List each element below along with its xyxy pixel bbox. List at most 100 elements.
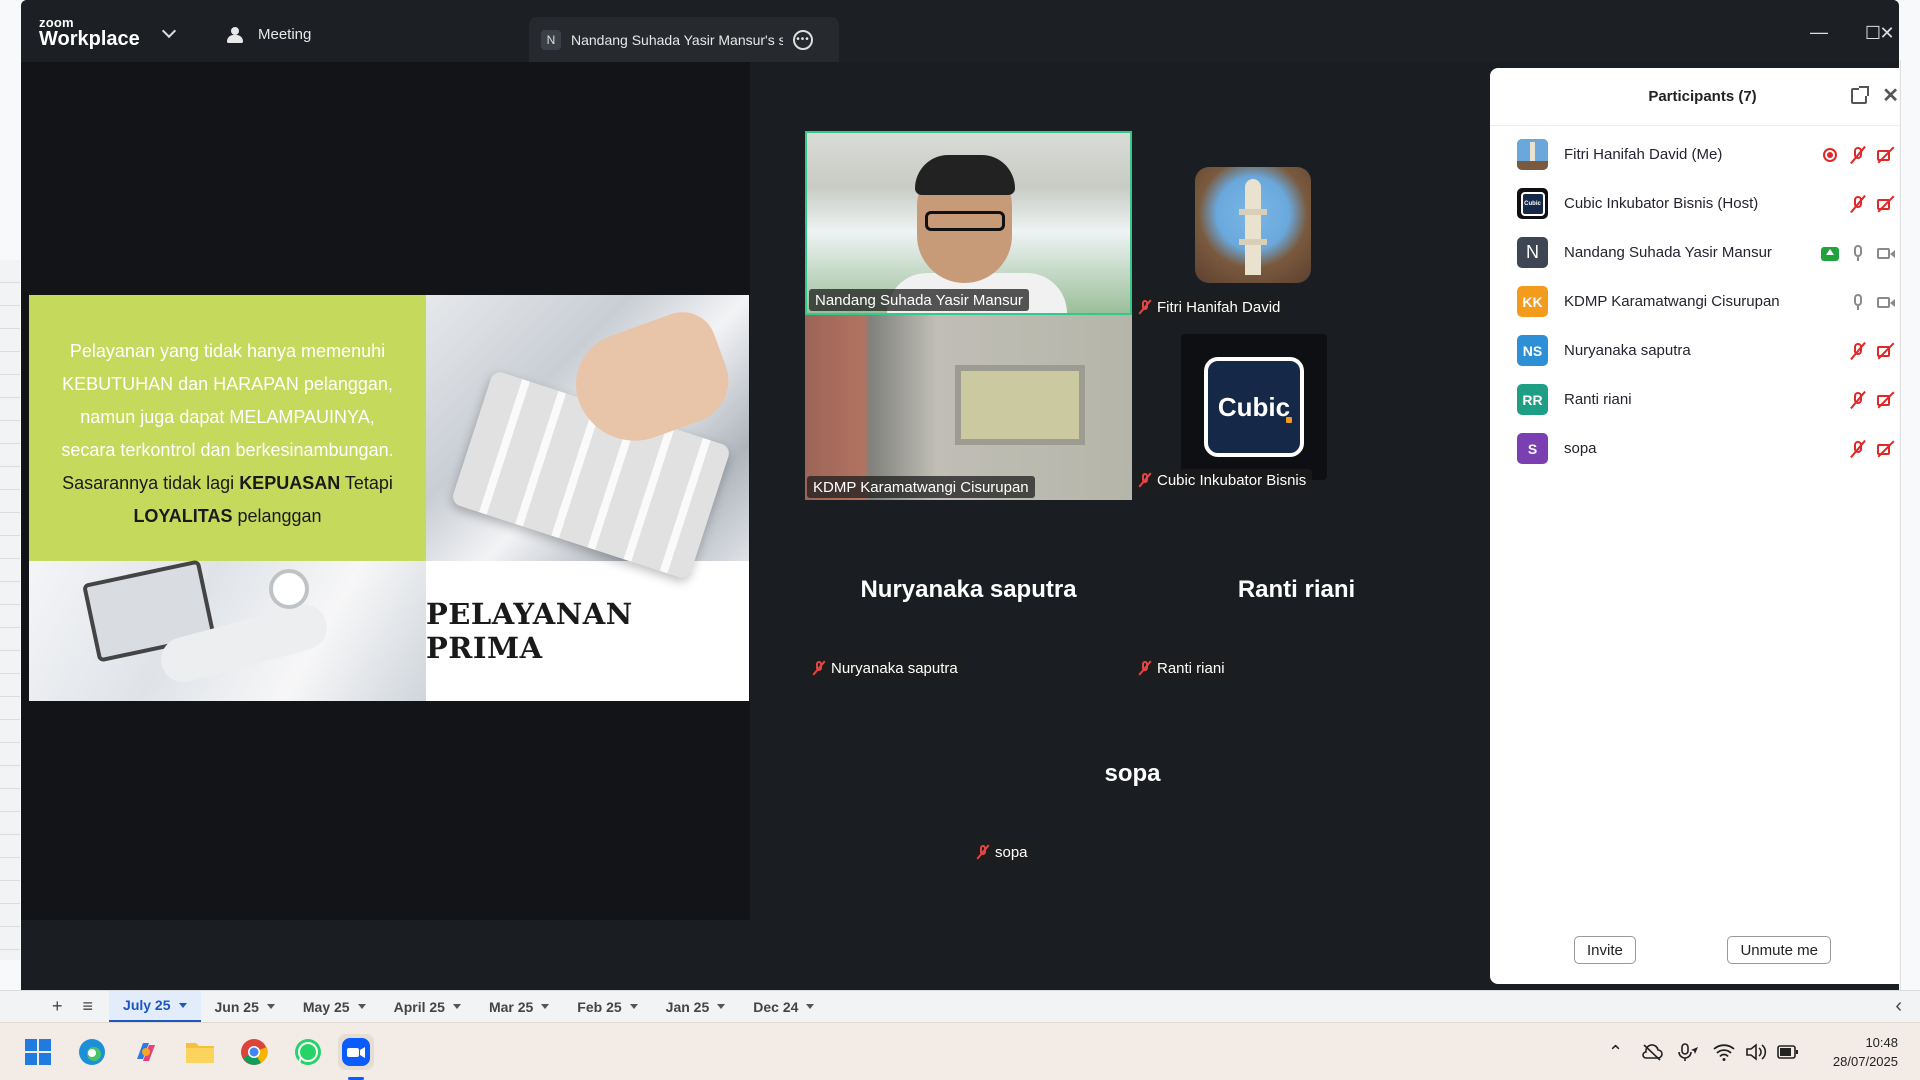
- sheet-scrollbar[interactable]: [1900, 60, 1920, 990]
- chevron-down-icon[interactable]: [161, 23, 177, 39]
- participant-row[interactable]: N Nandang Suhada Yasir Mansur: [1490, 228, 1899, 277]
- participant-row[interactable]: KK KDMP Karamatwangi Cisurupan: [1490, 277, 1899, 326]
- cloud-off-icon[interactable]: [1641, 1043, 1663, 1061]
- name-tile-ranti[interactable]: Ranti riani: [1133, 576, 1460, 604]
- meeting-desk-photo: [29, 559, 426, 701]
- close-window-button[interactable]: ✕: [1872, 18, 1899, 48]
- zoom-window: zoom Workplace Meeting N Nandang Suhada …: [21, 0, 1899, 990]
- all-sheets-button[interactable]: ≡: [75, 996, 110, 1017]
- nametag-nuryanaka: Nuryanaka saputra: [807, 657, 964, 679]
- muted-mic-icon: [1139, 661, 1151, 675]
- participant-name: Ranti riani: [1564, 391, 1632, 408]
- nametag-label: Cubic Inkubator Bisnis: [1157, 471, 1307, 489]
- copilot-icon[interactable]: [128, 1034, 164, 1070]
- zoom-app-icon[interactable]: [338, 1034, 374, 1070]
- muted-mic-icon: [1139, 300, 1151, 314]
- avatar-cubic[interactable]: Cubic: [1181, 334, 1327, 480]
- slide-line: namun juga dapat MELAMPAUINYA,: [80, 407, 375, 427]
- sheet-tab[interactable]: April 25: [380, 991, 475, 1023]
- windows-taskbar: ⌃ 10:48 28/07/2025: [0, 1022, 1920, 1080]
- whatsapp-icon[interactable]: [290, 1034, 326, 1070]
- sheet-tab[interactable]: Jan 25: [652, 991, 740, 1023]
- nametag-cubic: Cubic Inkubator Bisnis: [1133, 469, 1313, 491]
- camera-off-icon[interactable]: [1877, 195, 1895, 213]
- camera-off-icon[interactable]: [1877, 342, 1895, 360]
- unmute-me-button[interactable]: Unmute me: [1727, 936, 1831, 964]
- person-glasses: [925, 211, 1005, 231]
- participant-row[interactable]: Fitri Hanifah David (Me): [1490, 130, 1899, 179]
- tab-meeting[interactable]: Meeting: [226, 26, 311, 43]
- participant-row[interactable]: NS Nuryanaka saputra: [1490, 326, 1899, 375]
- video-tile-nandang[interactable]: Nandang Suhada Yasir Mansur: [805, 131, 1132, 315]
- slide-line-part: Tetapi: [340, 473, 393, 493]
- sheet-tab-label: Jan 25: [665, 998, 710, 1015]
- mic-muted-icon[interactable]: [1849, 342, 1867, 360]
- avatar-fitri[interactable]: [1195, 167, 1311, 283]
- caret-down-icon: [452, 1004, 461, 1009]
- nametag-label: Fitri Hanifah David: [1157, 298, 1281, 316]
- nametag-fitri: Fitri Hanifah David: [1133, 296, 1287, 318]
- add-sheet-button[interactable]: +: [0, 996, 75, 1017]
- caret-down-icon: [806, 1004, 815, 1009]
- name-tile-nuryanaka[interactable]: Nuryanaka saputra: [805, 576, 1132, 604]
- taskbar-clock[interactable]: 10:48 28/07/2025: [1833, 1033, 1898, 1071]
- mic-muted-icon[interactable]: [1849, 391, 1867, 409]
- cubic-logo: Cubic: [1204, 357, 1304, 457]
- microphone-location-icon[interactable]: [1677, 1042, 1699, 1062]
- chrome-icon[interactable]: [236, 1034, 272, 1070]
- popout-icon[interactable]: [1851, 86, 1869, 104]
- participant-row[interactable]: RR Ranti riani: [1490, 375, 1899, 424]
- mic-muted-icon[interactable]: [1849, 440, 1867, 458]
- windows-start-icon[interactable]: [20, 1034, 56, 1070]
- participant-row[interactable]: Cubic Cubic Inkubator Bisnis (Host): [1490, 179, 1899, 228]
- camera-off-icon[interactable]: [1877, 146, 1895, 164]
- row-headers: [0, 260, 20, 960]
- wifi-icon[interactable]: [1713, 1043, 1735, 1061]
- participants-title: Participants (7): [1648, 88, 1757, 105]
- mic-icon[interactable]: [1849, 293, 1867, 311]
- sheet-tab[interactable]: July 25: [109, 990, 201, 1023]
- zoom-logo[interactable]: zoom Workplace: [39, 16, 140, 49]
- nametag-label: KDMP Karamatwangi Cisurupan: [813, 478, 1029, 496]
- nametag-label: sopa: [995, 843, 1028, 861]
- volume-icon[interactable]: [1745, 1043, 1767, 1061]
- show-hidden-icons-button[interactable]: ⌃: [1608, 1042, 1623, 1063]
- mic-icon[interactable]: [1849, 244, 1867, 262]
- participant-row[interactable]: S sopa: [1490, 424, 1899, 473]
- caret-down-icon: [178, 1002, 187, 1008]
- avatar: N: [1517, 237, 1548, 268]
- sheet-tab[interactable]: May 25: [289, 991, 380, 1023]
- slide-line: secara terkontrol dan berkesinambungan.: [61, 440, 394, 460]
- mic-muted-icon[interactable]: [1849, 146, 1867, 164]
- minaret-shape: [1239, 179, 1267, 275]
- camera-off-icon[interactable]: [1877, 440, 1895, 458]
- name-tile-sopa[interactable]: sopa: [969, 760, 1296, 788]
- tab-screen-share[interactable]: N Nandang Suhada Yasir Mansur's sc •••: [529, 17, 839, 62]
- sheet-tab[interactable]: Feb 25: [563, 991, 651, 1023]
- nametag-label: Ranti riani: [1157, 659, 1225, 677]
- participant-name: Fitri Hanifah David (Me): [1564, 146, 1723, 163]
- close-icon[interactable]: ✕: [1882, 86, 1899, 106]
- person-hair: [915, 155, 1015, 195]
- video-tile-kdmp[interactable]: KDMP Karamatwangi Cisurupan: [805, 315, 1132, 500]
- participant-name: Cubic Inkubator Bisnis (Host): [1564, 195, 1759, 212]
- minimize-button[interactable]: —: [1804, 17, 1834, 47]
- camera-icon[interactable]: [1877, 293, 1895, 311]
- nametag-ranti: Ranti riani: [1133, 657, 1231, 679]
- scroll-tabs-left-button[interactable]: ‹: [1895, 995, 1902, 1018]
- file-explorer-icon[interactable]: [182, 1034, 218, 1070]
- sheet-tab-label: Mar 25: [488, 998, 534, 1015]
- battery-icon[interactable]: [1777, 1045, 1799, 1059]
- share-badge: N: [541, 29, 561, 50]
- clock-date: 28/07/2025: [1832, 1054, 1898, 1069]
- sheet-tab[interactable]: Jun 25: [201, 991, 289, 1023]
- edge-icon[interactable]: [74, 1034, 110, 1070]
- camera-icon[interactable]: [1877, 244, 1895, 262]
- invite-button[interactable]: Invite: [1574, 936, 1636, 964]
- muted-mic-icon: [813, 661, 825, 675]
- mic-muted-icon[interactable]: [1849, 195, 1867, 213]
- sheet-tab[interactable]: Mar 25: [475, 991, 563, 1023]
- sheet-tab[interactable]: Dec 24: [739, 991, 828, 1023]
- more-options-icon[interactable]: •••: [793, 29, 813, 50]
- camera-off-icon[interactable]: [1877, 391, 1895, 409]
